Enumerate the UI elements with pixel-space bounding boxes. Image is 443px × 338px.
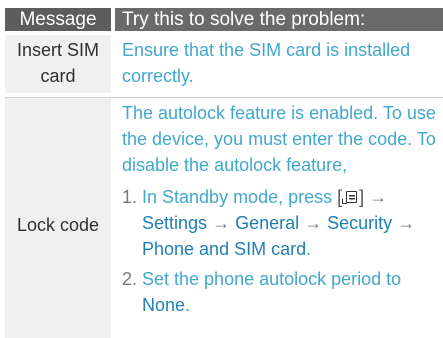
lock-code-intro: The autolock feature is enabled. To use … [122, 103, 436, 175]
menu-key-icon [342, 190, 359, 205]
step-end: . [306, 239, 312, 259]
arrow-icon: → [397, 213, 416, 233]
header-message: Message [5, 8, 111, 31]
lock-code-label: Lock code [16, 214, 100, 235]
step-body: Set the phone autolock period to None. [142, 266, 437, 318]
arrow-icon: → [369, 187, 388, 207]
autolock-value-none: None [142, 295, 186, 315]
row-action-insert-sim: Ensure that the SIM card is installed co… [122, 40, 411, 86]
menu-settings: Settings [142, 213, 208, 233]
row-message-lock-code: Lock code [5, 98, 111, 338]
menu-security: Security [327, 213, 393, 233]
row-message-insert-sim: Insert SIM card [5, 35, 111, 93]
troubleshooting-table-page: Message Try this to solve the problem: I… [0, 0, 443, 338]
steps-list: 1. In Standby mode, press [] → Settings … [122, 184, 437, 318]
step-end: . [185, 295, 191, 315]
step-1: 1. In Standby mode, press [] → Settings … [122, 184, 437, 262]
step-2: 2. Set the phone autolock period to None… [122, 266, 437, 318]
bracket-close: ] [359, 187, 365, 207]
troubleshooting-table: Message Try this to solve the problem: I… [5, 8, 443, 338]
step-text: In Standby mode, press [142, 187, 333, 207]
arrow-icon: → [212, 213, 231, 233]
row-action-lock-code: The autolock feature is enabled. To use … [115, 98, 443, 338]
step-body: In Standby mode, press [] → Settings → G… [142, 184, 437, 262]
step-number: 2. [122, 269, 138, 289]
step-text: Set the phone autolock period to [142, 269, 402, 289]
arrow-icon: → [304, 213, 323, 233]
step-number: 1. [122, 187, 138, 207]
menu-phone-and-sim-card: Phone and SIM card [142, 239, 307, 259]
menu-general: General [235, 213, 300, 233]
header-action: Try this to solve the problem: [115, 8, 443, 31]
